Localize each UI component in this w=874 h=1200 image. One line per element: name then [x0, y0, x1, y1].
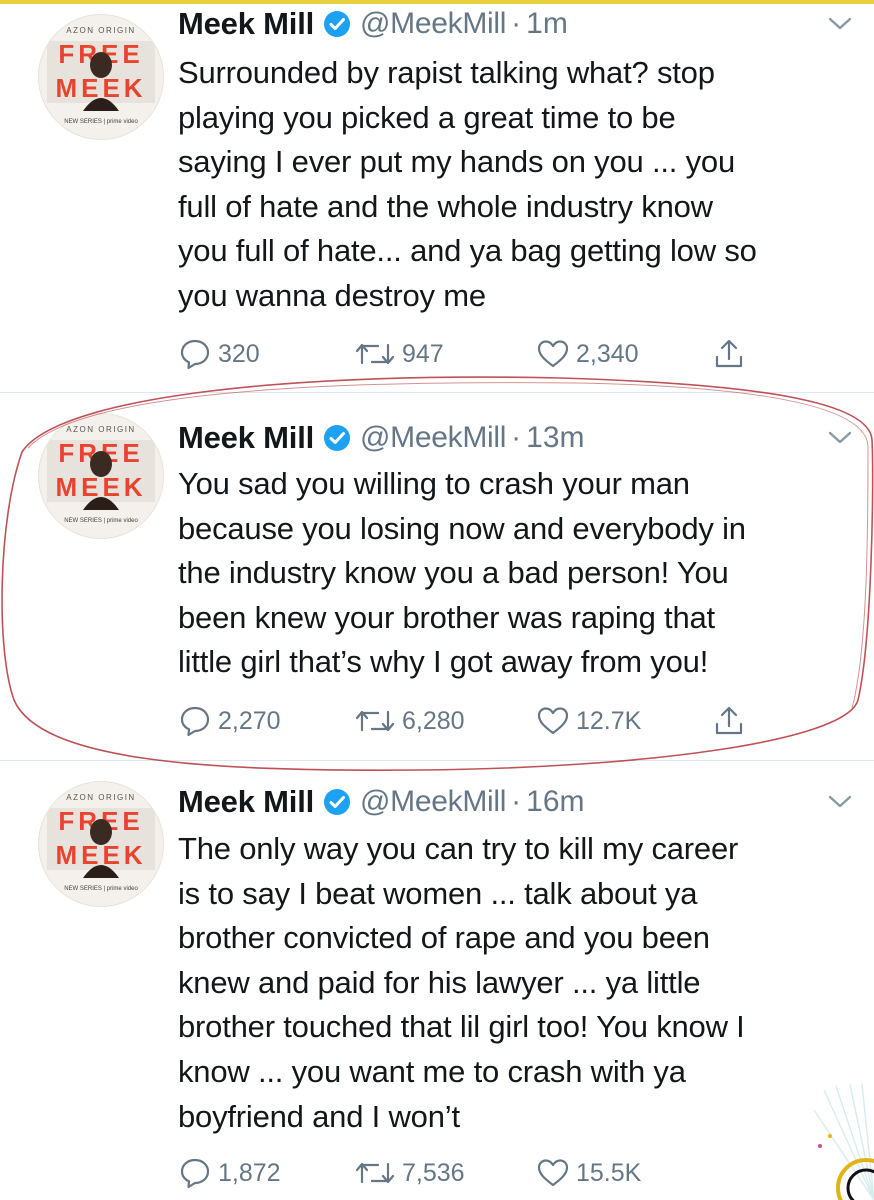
retweet-button[interactable]: 6,280 [354, 701, 465, 741]
avatar[interactable]: AZON ORIGIN FREE MEEK NEW SERIES | prime… [38, 781, 164, 907]
share-icon [712, 337, 752, 371]
like-count: 15.5K [576, 1158, 642, 1187]
reply-button[interactable]: 1,872 [178, 1153, 281, 1193]
share-icon [712, 704, 752, 738]
avatar-top-text: AZON ORIGIN [66, 26, 135, 35]
avatar-top-text: AZON ORIGIN [66, 425, 135, 434]
timestamp[interactable]: 1m [526, 7, 568, 41]
display-name[interactable]: Meek Mill [178, 6, 314, 42]
timestamp[interactable]: 13m [526, 421, 584, 455]
reply-count: 2,270 [218, 706, 281, 735]
reply-count: 320 [218, 339, 260, 368]
retweet-count: 7,536 [402, 1158, 465, 1187]
tweet-feed: AZON ORIGIN FREE MEEK NEW SERIES | prime… [0, 0, 874, 1200]
like-count: 2,340 [576, 339, 639, 368]
avatar[interactable]: AZON ORIGIN FREE MEEK NEW SERIES | prime… [38, 14, 164, 140]
tweet[interactable]: AZON ORIGIN FREE MEEK NEW SERIES | prime… [0, 393, 874, 760]
display-name[interactable]: Meek Mill [178, 784, 314, 820]
handle[interactable]: @MeekMill [360, 7, 506, 41]
avatar-caption: NEW SERIES | prime video [64, 119, 138, 125]
handle[interactable]: @MeekMill [360, 421, 506, 455]
retweet-icon [354, 706, 402, 736]
like-button[interactable]: 15.5K [536, 1153, 641, 1193]
display-name[interactable]: Meek Mill [178, 420, 314, 456]
retweet-count: 6,280 [402, 706, 465, 735]
separator: · [511, 421, 522, 454]
verified-badge-icon [322, 787, 352, 817]
like-count: 12.7K [576, 706, 642, 735]
like-button[interactable]: 2,340 [536, 334, 639, 374]
tweet-actions: 320 947 2,340 [178, 334, 798, 374]
reply-icon [178, 1156, 218, 1190]
tweet-header: Meek Mill @MeekMill · 16m [178, 780, 585, 824]
tweet[interactable]: AZON ORIGIN FREE MEEK NEW SERIES | prime… [0, 0, 874, 392]
avatar-caption: NEW SERIES | prime video [64, 886, 138, 892]
avatar-top-text: AZON ORIGIN [66, 793, 135, 802]
reply-icon [178, 337, 218, 371]
share-button[interactable] [712, 701, 752, 741]
reply-icon [178, 704, 218, 738]
tweet-actions: 2,270 6,280 12.7K [178, 701, 798, 741]
heart-icon [536, 1157, 576, 1189]
tweet-text: Surrounded by rapist talking what? stop … [178, 55, 757, 313]
retweet-button[interactable]: 947 [354, 334, 444, 374]
retweet-count: 947 [402, 339, 444, 368]
timestamp[interactable]: 16m [526, 785, 584, 819]
heart-icon [536, 338, 576, 370]
heart-icon [536, 705, 576, 737]
like-button[interactable]: 12.7K [536, 701, 641, 741]
separator: · [511, 785, 522, 818]
sticker-decoration [813, 1083, 874, 1200]
tweet-header: Meek Mill @MeekMill · 13m [178, 416, 585, 460]
reply-button[interactable]: 2,270 [178, 701, 281, 741]
tweet-header: Meek Mill @MeekMill · 1m [178, 2, 568, 46]
tweet-text: The only way you can try to kill my care… [178, 831, 745, 1134]
retweet-icon [354, 1158, 402, 1188]
verified-badge-icon [322, 423, 352, 453]
retweet-icon [354, 339, 402, 369]
avatar-caption: NEW SERIES | prime video [64, 518, 138, 524]
chevron-down-icon[interactable] [826, 428, 854, 448]
retweet-button[interactable]: 7,536 [354, 1153, 465, 1193]
chevron-down-icon[interactable] [826, 792, 854, 812]
handle[interactable]: @MeekMill [360, 785, 506, 819]
reply-button[interactable]: 320 [178, 334, 260, 374]
tweet[interactable]: AZON ORIGIN FREE MEEK NEW SERIES | prime… [0, 761, 874, 1200]
reply-count: 1,872 [218, 1158, 281, 1187]
avatar[interactable]: AZON ORIGIN FREE MEEK NEW SERIES | prime… [38, 413, 164, 539]
frame-top-edge [0, 0, 874, 4]
chevron-down-icon[interactable] [826, 14, 854, 34]
tweet-actions: 1,872 7,536 15.5K [178, 1153, 798, 1193]
tweet-text: You sad you willing to crash your man be… [178, 466, 746, 680]
separator: · [511, 7, 522, 40]
verified-badge-icon [322, 9, 352, 39]
share-button[interactable] [712, 334, 752, 374]
